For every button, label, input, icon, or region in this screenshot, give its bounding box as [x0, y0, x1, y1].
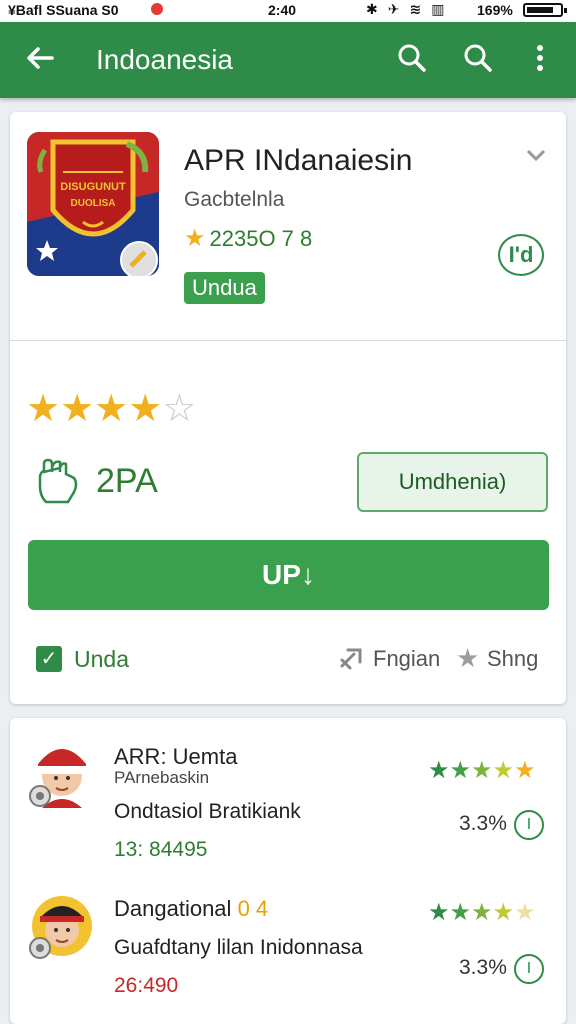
- app-rating-summary: ★ 2235O 7 8: [184, 224, 312, 253]
- star-outline-icon: ☆: [162, 388, 197, 430]
- reviewer-avatar[interactable]: [26, 740, 92, 810]
- svg-text:DISUGUNUT: DISUGUNUT: [60, 181, 126, 193]
- star-icon: ★: [128, 388, 163, 430]
- reviewer-name: Dangational: [114, 896, 232, 921]
- star-icon: ★: [449, 899, 472, 926]
- star-icon: ★: [94, 388, 129, 430]
- review-stars: ★★★★★: [428, 898, 536, 927]
- review-stars: ★★★★★: [428, 756, 536, 785]
- star-icon: ★: [449, 757, 472, 784]
- reviewer-name-suffix: 0 4: [237, 896, 269, 921]
- review-text: Guafdtany lilan Inidonnasa: [114, 936, 363, 959]
- review-date: 26:490: [114, 974, 179, 997]
- link-icon[interactable]: [338, 646, 368, 672]
- app-developer[interactable]: Gacbtelnla: [184, 188, 284, 212]
- star-icon: ★: [471, 899, 493, 926]
- review-info-icon[interactable]: I: [514, 954, 544, 984]
- review-percent: 3.3%: [459, 812, 507, 835]
- star-share-icon[interactable]: ★: [456, 645, 479, 671]
- battery-icon: [523, 3, 567, 17]
- reviewer-name: ARR: Uemta: [114, 744, 238, 769]
- star-icon: ★: [60, 388, 95, 430]
- checkbox-label[interactable]: Unda: [74, 646, 129, 673]
- battery-percent: 169%: [477, 2, 513, 18]
- svg-text:DUOLISA: DUOLISA: [71, 198, 116, 209]
- star-icon: ★: [492, 899, 515, 926]
- chevron-down-icon[interactable]: [524, 145, 548, 165]
- hand-holding-cup-icon: [38, 458, 78, 504]
- review-text: Ondtasiol Bratikiank: [114, 800, 301, 823]
- star-icon: ★: [514, 899, 536, 926]
- link-label[interactable]: Fngian: [373, 646, 440, 672]
- review-info-icon[interactable]: I: [514, 810, 544, 840]
- reviewer-name-row: Dangational 0 4: [114, 896, 268, 922]
- star-icon: ★: [184, 225, 206, 252]
- info-circle-button[interactable]: I'd: [498, 234, 544, 276]
- search-icon[interactable]: [396, 42, 428, 74]
- search-icon-secondary[interactable]: [462, 42, 494, 74]
- download-badge[interactable]: Undua: [184, 272, 265, 304]
- record-indicator-icon: [151, 3, 163, 15]
- status-time: 2:40: [268, 2, 297, 18]
- app-logo-icon: DISUGUNUT DUOLISA: [27, 132, 159, 276]
- star-icon: ★: [471, 757, 493, 784]
- more-options-icon[interactable]: [524, 42, 556, 74]
- reviewer-subtitle: PArnebaskin: [114, 768, 210, 787]
- share-label[interactable]: Shng: [487, 646, 538, 672]
- checkbox[interactable]: ✓: [36, 646, 62, 672]
- status-carrier: ¥Bafl SSuana S0: [8, 2, 119, 18]
- download-count: 2PA: [96, 462, 158, 500]
- review-percent: 3.3%: [459, 956, 507, 979]
- card-divider: [10, 340, 566, 341]
- reviewer-avatar[interactable]: [26, 890, 92, 960]
- status-bar: ¥Bafl SSuana S0 2:40 ✱✈≋▥ 169%: [0, 0, 576, 22]
- primary-update-button[interactable]: UP↓: [28, 540, 549, 610]
- back-arrow-icon[interactable]: [22, 40, 58, 76]
- page-title: Indoanesia: [96, 44, 234, 75]
- rating-stars[interactable]: ★★★★☆: [26, 386, 196, 431]
- star-icon: ★: [26, 388, 61, 430]
- star-icon: ★: [514, 757, 536, 784]
- secondary-action-button[interactable]: Umdhenia): [357, 452, 548, 512]
- app-rating-text: 2235O 7 8: [209, 226, 313, 251]
- review-date: 13: 84495: [114, 838, 208, 861]
- app-bar: Indoanesia: [0, 22, 576, 98]
- star-icon: ★: [428, 757, 450, 784]
- status-icons: ✱✈≋▥: [366, 1, 455, 17]
- star-icon: ★: [428, 899, 450, 926]
- app-title: APR INdanaiesin: [184, 144, 413, 177]
- star-icon: ★: [492, 757, 515, 784]
